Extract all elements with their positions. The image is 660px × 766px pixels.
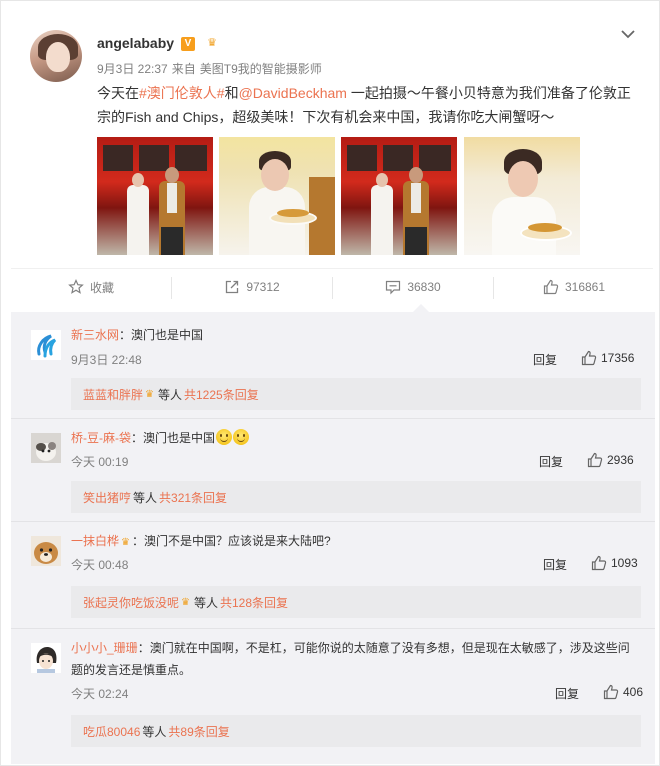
sub-replies[interactable]: 吃瓜80046 等人 共89条回复 <box>71 715 641 747</box>
comment-button[interactable]: 36830 <box>333 269 493 305</box>
commenter-avatar[interactable] <box>31 330 61 360</box>
comment-count: 36830 <box>407 280 441 294</box>
star-icon <box>68 279 84 294</box>
commenter-avatar[interactable] <box>31 643 61 673</box>
comment-like-count: 2936 <box>607 453 634 467</box>
comment-text: 一抹白桦 ♛ ：澳门不是中国？应该说是来大陆吧? <box>71 530 641 554</box>
comment-list: 新三水网：澳门也是中国 9月3日 22:48 回复 17356 蓝蓝和胖胖 ♛ 等人… <box>11 312 655 764</box>
photo-thumbnail[interactable] <box>464 137 580 255</box>
post-content: 今天在#澳门伦敦人#和@DavidBeckham 一起拍摄～午餐小贝特意为我们准… <box>97 81 637 129</box>
sub-reply-mid: 等人 <box>133 490 158 505</box>
comment-like-button[interactable]: 1093 <box>591 555 638 571</box>
sub-reply-mid: 等人 <box>157 387 182 402</box>
commenter-name[interactable]: 桥-豆-麻-袋 <box>71 431 131 445</box>
chevron-down-icon[interactable] <box>620 26 636 42</box>
author-avatar[interactable] <box>30 30 82 82</box>
comment-like-count: 17356 <box>601 351 635 365</box>
sub-replies[interactable]: 张起灵你吃饭没呢 ♛ 等人 共128条回复 <box>71 586 641 618</box>
comment-sep: ： <box>131 431 144 445</box>
comment-icon <box>386 280 401 295</box>
repost-button[interactable]: 97312 <box>172 269 332 305</box>
sub-reply-user[interactable]: 张起灵你吃饭没呢 <box>83 594 179 611</box>
sub-reply-user[interactable]: 笑出猪哼 <box>83 489 131 506</box>
thumbs-up-icon <box>587 452 603 468</box>
comment-time: 今天 02:24 <box>71 687 129 701</box>
favorite-button[interactable]: 收藏 <box>11 269 171 305</box>
thumbs-up-icon <box>581 350 597 366</box>
photo-thumbnail[interactable] <box>97 137 213 255</box>
comment-body: 澳门也是中国 <box>143 431 216 445</box>
crown-icon: ♛ <box>207 37 217 49</box>
comment-time: 9月3日 22:48 <box>71 353 142 367</box>
mention-link[interactable]: @DavidBeckham <box>239 85 347 101</box>
divider <box>11 628 655 629</box>
comment-time: 今天 00:48 <box>71 558 129 572</box>
post-text-part: 今天在 <box>97 85 139 101</box>
comment-sep: ： <box>119 328 132 342</box>
like-button[interactable]: 316861 <box>494 269 654 305</box>
reply-button[interactable]: 回复 <box>555 685 579 702</box>
from-label: 来自 <box>171 62 196 76</box>
divider <box>11 418 655 419</box>
sub-reply-mid: 等人 <box>142 724 167 739</box>
comment-like-button[interactable]: 406 <box>603 684 643 700</box>
photo-thumbnail[interactable] <box>341 137 457 255</box>
crown-icon: ♛ <box>121 537 130 548</box>
sub-reply-count[interactable]: 共321条回复 <box>159 489 227 506</box>
sub-reply-mid: 等人 <box>193 595 218 610</box>
comment-text: 小小小_珊珊：澳门就在中国啊，不是杠，可能你说的太随意了没有多想，但是现在太敏感… <box>71 637 641 681</box>
comment-caret <box>413 304 429 312</box>
sub-reply-user[interactable]: 吃瓜80046 <box>83 723 140 740</box>
comment-sep: ： <box>137 641 150 655</box>
reply-button[interactable]: 回复 <box>539 453 563 470</box>
comment-time: 今天 00:19 <box>71 455 129 469</box>
comment-sep: ： <box>131 534 144 548</box>
comment-like-button[interactable]: 17356 <box>581 350 634 366</box>
sub-reply-user[interactable]: 蓝蓝和胖胖 <box>83 386 143 403</box>
post-time[interactable]: 9月3日 22:37 <box>97 62 168 76</box>
post-source[interactable]: 美图T9我的智能摄影师 <box>200 62 322 76</box>
reply-button[interactable]: 回复 <box>543 556 567 573</box>
comment-like-button[interactable]: 2936 <box>587 452 634 468</box>
comment-like-count: 1093 <box>611 556 638 570</box>
smile-emoji-icon <box>216 429 233 445</box>
sub-reply-count[interactable]: 共128条回复 <box>220 594 288 611</box>
commenter-avatar[interactable] <box>31 536 61 566</box>
smile-emoji-icon <box>233 429 250 445</box>
divider <box>11 521 655 522</box>
comment-body: 澳门就在中国啊，不是杠，可能你说的太随意了没有多想，但是现在太敏感了，涉及这些问… <box>71 641 630 677</box>
commenter-avatar[interactable] <box>31 433 61 463</box>
like-count: 316861 <box>564 280 606 294</box>
comment-body: 澳门不是中国？应该说是来大陆吧? <box>144 534 331 548</box>
share-icon <box>226 280 239 294</box>
author-name[interactable]: angelababy <box>97 35 174 51</box>
sub-reply-count[interactable]: 共1225条回复 <box>184 386 259 403</box>
thumbs-up-icon <box>603 684 619 700</box>
sub-replies[interactable]: 蓝蓝和胖胖 ♛ 等人 共1225条回复 <box>71 378 641 410</box>
photo-thumbnail[interactable] <box>219 137 335 255</box>
post-meta: 9月3日 22:37 来自 美图T9我的智能摄影师 <box>97 60 326 77</box>
verified-v-icon: V <box>181 37 195 51</box>
reply-button[interactable]: 回复 <box>533 351 557 368</box>
comment-body: 澳门也是中国 <box>131 328 204 342</box>
comment-text: 桥-豆-麻-袋：澳门也是中国 <box>71 427 641 449</box>
crown-icon: ♛ <box>181 596 190 608</box>
comment-text: 新三水网：澳门也是中国 <box>71 324 641 346</box>
favorite-label: 收藏 <box>89 280 114 295</box>
action-bar: 收藏 97312 36830 316861 <box>11 268 653 304</box>
commenter-name[interactable]: 一抹白桦 <box>71 534 119 548</box>
commenter-name[interactable]: 新三水网 <box>71 328 119 342</box>
repost-count: 97312 <box>246 280 280 294</box>
thumbs-up-icon <box>591 555 607 571</box>
sub-reply-count[interactable]: 共89条回复 <box>168 723 229 740</box>
sub-replies[interactable]: 笑出猪哼 等人 共321条回复 <box>71 481 641 513</box>
commenter-name[interactable]: 小小小_珊珊 <box>71 641 138 655</box>
hashtag-link[interactable]: #澳门伦敦人# <box>139 85 225 101</box>
post-text-part: 和 <box>224 85 239 101</box>
comment-like-count: 406 <box>623 685 644 699</box>
crown-icon: ♛ <box>145 388 154 400</box>
thumbs-up-icon <box>543 279 559 295</box>
